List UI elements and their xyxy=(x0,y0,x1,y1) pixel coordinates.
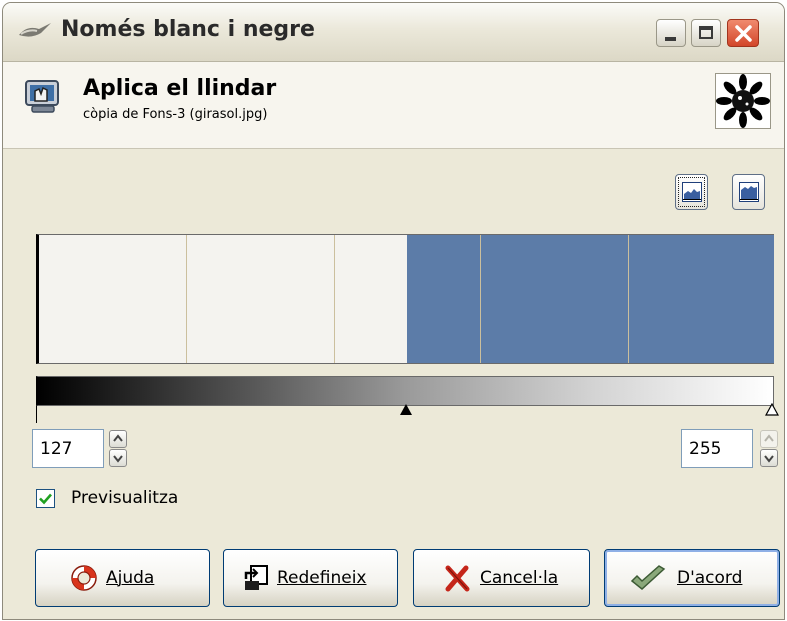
reset-icon xyxy=(244,565,268,590)
histogram-view[interactable] xyxy=(36,234,774,364)
ok-label: D'acord xyxy=(677,568,743,588)
maximize-icon xyxy=(699,26,713,39)
close-button[interactable] xyxy=(727,19,759,47)
arrow-down-icon xyxy=(113,455,123,463)
high-threshold-stepper xyxy=(760,429,779,468)
low-threshold-stepper xyxy=(109,429,128,468)
threshold-dialog: Només blanc i negre Aplica el llindar cò… xyxy=(2,2,785,620)
linear-histogram-button[interactable] xyxy=(675,174,708,210)
title-bar[interactable]: Només blanc i negre xyxy=(3,3,784,62)
high-threshold-input[interactable]: 255 xyxy=(681,429,753,468)
logarithmic-histogram-icon xyxy=(739,182,759,202)
low-decrement-button[interactable] xyxy=(109,449,127,467)
low-increment-button[interactable] xyxy=(109,430,127,448)
preview-thumbnail xyxy=(715,73,771,129)
slider-left-edge xyxy=(36,406,37,423)
arrow-up-icon xyxy=(764,434,774,442)
minimize-button[interactable] xyxy=(656,19,686,47)
lifebuoy-icon xyxy=(71,565,97,591)
sunflower-thumbnail xyxy=(716,74,770,128)
cancel-button[interactable]: Cancel·la xyxy=(413,549,590,607)
high-threshold-handle[interactable] xyxy=(765,403,779,417)
maximize-button[interactable] xyxy=(691,19,721,47)
threshold-tool-icon xyxy=(25,80,59,113)
cancel-label: Cancel·la xyxy=(480,568,559,588)
help-button[interactable]: Ajuda xyxy=(35,549,210,607)
grid-line xyxy=(480,235,481,363)
arrow-up-icon xyxy=(113,434,123,442)
high-threshold-value: 255 xyxy=(689,439,722,459)
brush-icon xyxy=(19,23,51,37)
preview-checkbox[interactable] xyxy=(36,489,55,508)
dialog-header: Aplica el llindar còpia de Fons-3 (giras… xyxy=(3,62,784,149)
grid-line xyxy=(628,235,629,363)
arrow-down-icon xyxy=(764,455,774,463)
window-title: Només blanc i negre xyxy=(61,17,315,42)
dialog-subtitle: còpia de Fons-3 (girasol.jpg) xyxy=(83,107,268,122)
low-threshold-value: 127 xyxy=(40,439,73,459)
close-icon xyxy=(735,25,752,42)
high-decrement-button[interactable] xyxy=(760,449,778,467)
help-label: Ajuda xyxy=(106,568,155,588)
low-threshold-handle[interactable] xyxy=(399,403,413,417)
grid-line xyxy=(186,235,187,363)
dialog-heading: Aplica el llindar xyxy=(83,76,277,101)
value-gradient-bar xyxy=(36,376,774,406)
minimize-icon xyxy=(665,37,676,41)
high-increment-button[interactable] xyxy=(760,430,778,448)
checkmark-icon xyxy=(39,493,52,505)
ok-button[interactable]: D'acord xyxy=(604,549,780,607)
preview-label[interactable]: Previsualitza xyxy=(71,488,178,508)
linear-histogram-icon xyxy=(682,182,702,202)
threshold-range-highlight xyxy=(407,235,774,363)
reset-button[interactable]: Redefineix xyxy=(223,549,398,607)
grid-line xyxy=(334,235,335,363)
check-icon xyxy=(630,565,666,590)
reset-label: Redefineix xyxy=(277,568,367,588)
logarithmic-histogram-button[interactable] xyxy=(732,174,765,210)
x-icon xyxy=(445,565,470,592)
low-threshold-input[interactable]: 127 xyxy=(32,429,104,468)
